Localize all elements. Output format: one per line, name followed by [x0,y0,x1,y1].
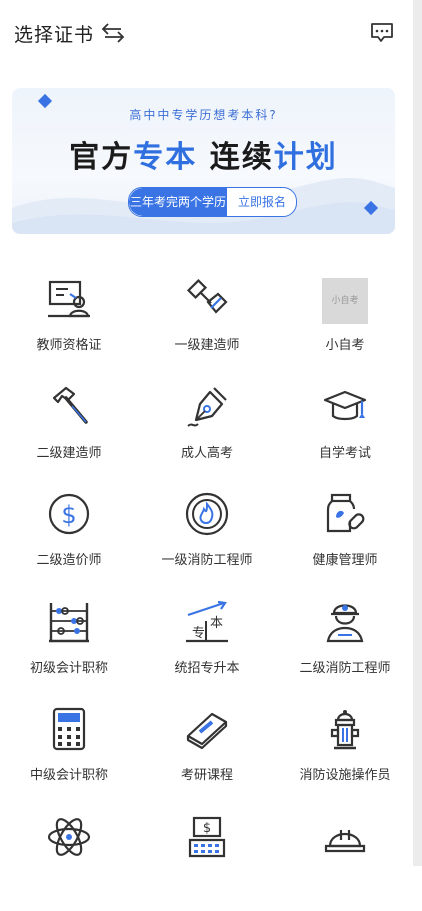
certificate-item[interactable]: 二级消防工程师 [276,589,414,696]
certificate-item[interactable]: 专本统招专升本 [138,589,276,696]
fire-hydrant-icon [322,706,368,752]
calculator-icon [46,706,92,752]
svg-text:$: $ [203,821,211,836]
certificate-item[interactable] [276,804,414,911]
signup-button[interactable]: 立即报名 [229,188,295,216]
abacus-icon [46,599,92,645]
certificate-item[interactable]: 成人高考 [138,374,276,481]
headline-highlight: 计划 [273,140,338,175]
certificate-item[interactable]: 初级会计职称 [0,589,138,696]
medicine-bottle-icon [322,491,368,537]
upgrade-chart-icon: 专本 [184,599,230,645]
certificate-label: 一级建造师 [174,338,240,353]
headline-part: 官方 [69,140,134,175]
scrollbar[interactable] [413,0,422,866]
certificate-label: 二级造价师 [36,553,102,568]
certificate-label: 一级消防工程师 [161,553,253,568]
hard-hat-icon [322,814,368,860]
pill-tagline: 三年考完两个学历 [129,188,227,216]
certificate-label: 统招专升本 [174,660,240,676]
book-icon [184,706,230,752]
certificate-item[interactable]: $ [138,804,276,911]
atom-icon [46,814,92,860]
certificate-label: 初级会计职称 [29,660,108,676]
svg-text:$: $ [61,501,76,529]
certificate-item[interactable]: 小自考 小自考 [276,266,414,373]
svg-text:专: 专 [192,626,205,641]
certificate-label: 成人高考 [180,445,233,461]
headline-part: 连续 [209,140,274,175]
banner-subtitle: 高中中专学历想考本科? [129,108,278,122]
trowel-icon [184,276,230,322]
certificate-label: 教师资格证 [36,338,102,353]
graduation-cap-icon [322,384,368,430]
certificate-item[interactable]: 自学考试 [276,374,414,481]
teacher-board-icon [46,276,92,322]
banner-pill[interactable]: 三年考完两个学历 立即报名 [128,187,297,217]
svg-text:本: 本 [210,616,223,631]
certificate-label: 消防设施操作员 [299,768,391,783]
hammer-icon [46,384,92,430]
certificate-label: 自学考试 [318,445,371,461]
headline-highlight: 专本 [133,140,198,175]
top-bar: 选择证书 [0,0,413,66]
certificate-label: 考研课程 [180,768,233,783]
certificate-label: 小自考 [325,338,365,353]
dollar-coin-icon: $ [46,491,92,537]
certificate-item[interactable] [0,804,138,911]
banner-headline: 官方专本 连续计划 [12,132,395,176]
firefighter-icon [322,599,368,645]
fire-icon [184,491,230,537]
swap-arrows-icon[interactable] [100,22,126,48]
certificate-item[interactable]: 考研课程 [138,696,276,803]
certificate-item[interactable]: 二级建造师 [0,374,138,481]
certificate-item[interactable]: 教师资格证 [0,266,138,373]
certificate-label: 中级会计职称 [29,768,108,783]
promo-banner[interactable]: 高中中专学历想考本科? 官方专本 连续计划 三年考完两个学历 立即报名 [12,88,395,234]
pen-nib-icon [184,384,230,430]
certificate-item[interactable]: 一级建造师 [138,266,276,373]
cash-register-icon: $ [184,814,230,860]
certificate-item[interactable]: 一级消防工程师 [138,481,276,588]
message-icon[interactable] [370,21,394,47]
page-title[interactable]: 选择证书 [14,20,94,47]
certificate-item[interactable]: 健康管理师 [276,481,414,588]
certificate-thumbnail: 小自考 [322,278,368,324]
certificate-item[interactable]: 中级会计职称 [0,696,138,803]
certificate-label: 二级消防工程师 [299,660,391,676]
certificate-item[interactable]: 消防设施操作员 [276,696,414,803]
certificate-label: 二级建造师 [36,445,102,461]
certificate-label: 健康管理师 [312,553,378,568]
certificate-item[interactable]: $ 二级造价师 [0,481,138,588]
